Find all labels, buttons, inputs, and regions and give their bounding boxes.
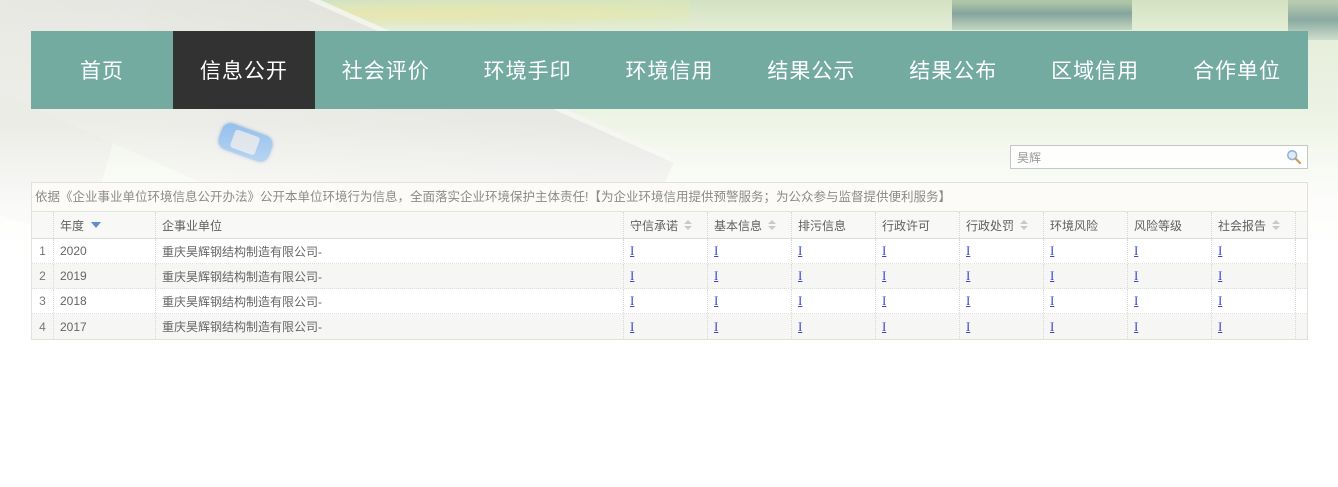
column-header-env-risk[interactable]: 环境风险 bbox=[1044, 212, 1128, 238]
column-header-label: 环境风险 bbox=[1050, 217, 1098, 234]
search-box bbox=[1010, 145, 1308, 169]
column-header-label: 行政处罚 bbox=[966, 217, 1014, 234]
content-panel: 依据《企业事业单位环境信息公开办法》公开本单位环境行为信息，全面落实企业环境保护… bbox=[31, 182, 1308, 340]
column-header-label: 行政许可 bbox=[882, 217, 930, 234]
column-header-basic-info[interactable]: 基本信息 bbox=[708, 212, 792, 238]
column-header-risk-level[interactable]: 风险等级 bbox=[1128, 212, 1212, 238]
column-header-admin-permit[interactable]: 行政许可 bbox=[876, 212, 960, 238]
promise-link[interactable]: I bbox=[630, 293, 634, 309]
row-spacer bbox=[1296, 314, 1307, 339]
column-header-label: 风险等级 bbox=[1134, 217, 1182, 234]
column-header-admin-penalty[interactable]: 行政处罚 bbox=[960, 212, 1044, 238]
company-cell: 重庆昊辉钢结构制造有限公司- bbox=[156, 264, 624, 288]
admin-permit-link[interactable]: I bbox=[882, 293, 886, 309]
nav-tab-home[interactable]: 首页 bbox=[31, 31, 173, 109]
admin-permit-link[interactable]: I bbox=[882, 243, 886, 259]
social-report-link[interactable]: I bbox=[1218, 319, 1222, 335]
env-risk-link[interactable]: I bbox=[1050, 243, 1054, 259]
column-header-label: 社会报告 bbox=[1218, 217, 1266, 234]
year-cell: 2019 bbox=[54, 264, 156, 288]
row-number: 4 bbox=[32, 314, 54, 339]
basic-info-link[interactable]: I bbox=[714, 268, 718, 284]
admin-penalty-link[interactable]: I bbox=[966, 243, 970, 259]
header-spacer bbox=[1296, 212, 1307, 238]
basic-info-link[interactable]: I bbox=[714, 243, 718, 259]
promise-link[interactable]: I bbox=[630, 268, 634, 284]
env-risk-link[interactable]: I bbox=[1050, 268, 1054, 284]
table-header-row: 年度 企事业单位 守信承诺 基本信息 排污信息 行政许可 行政处罚 bbox=[32, 212, 1307, 239]
year-cell: 2020 bbox=[54, 239, 156, 263]
year-cell: 2017 bbox=[54, 314, 156, 339]
admin-permit-link[interactable]: I bbox=[882, 268, 886, 284]
column-header-label: 基本信息 bbox=[714, 217, 762, 234]
sort-desc-icon bbox=[91, 222, 101, 228]
admin-penalty-link[interactable]: I bbox=[966, 268, 970, 284]
search-input[interactable] bbox=[1011, 150, 1286, 164]
column-header-promise[interactable]: 守信承诺 bbox=[624, 212, 708, 238]
env-risk-link[interactable]: I bbox=[1050, 293, 1054, 309]
nav-tab-result-publicity[interactable]: 结果公示 bbox=[740, 31, 882, 109]
magnifier-icon[interactable] bbox=[1286, 149, 1302, 165]
risk-level-link[interactable]: I bbox=[1134, 268, 1138, 284]
row-spacer bbox=[1296, 289, 1307, 313]
company-cell: 重庆昊辉钢结构制造有限公司- bbox=[156, 289, 624, 313]
row-number: 3 bbox=[32, 289, 54, 313]
emission-link[interactable]: I bbox=[798, 293, 802, 309]
year-cell: 2018 bbox=[54, 289, 156, 313]
column-header-label: 企事业单位 bbox=[162, 217, 222, 234]
main-nav: 首页 信息公开 社会评价 环境手印 环境信用 结果公示 结果公布 区域信用 合作… bbox=[31, 31, 1308, 109]
row-number: 1 bbox=[32, 239, 54, 263]
nav-tab-env-credit[interactable]: 环境信用 bbox=[599, 31, 741, 109]
risk-level-link[interactable]: I bbox=[1134, 319, 1138, 335]
table-row[interactable]: 1 2020 重庆昊辉钢结构制造有限公司- I I I I I I I I bbox=[32, 239, 1307, 264]
emission-link[interactable]: I bbox=[798, 243, 802, 259]
column-header-label: 排污信息 bbox=[798, 217, 846, 234]
sort-toggle-icon bbox=[1020, 220, 1028, 230]
nav-tab-partners[interactable]: 合作单位 bbox=[1166, 31, 1308, 109]
column-header-emission[interactable]: 排污信息 bbox=[792, 212, 876, 238]
social-report-link[interactable]: I bbox=[1218, 243, 1222, 259]
nav-tab-env-handprint[interactable]: 环境手印 bbox=[457, 31, 599, 109]
promise-link[interactable]: I bbox=[630, 319, 634, 335]
nav-tab-regional-credit[interactable]: 区域信用 bbox=[1024, 31, 1166, 109]
basic-info-link[interactable]: I bbox=[714, 293, 718, 309]
sort-toggle-icon bbox=[768, 220, 776, 230]
column-header-rownum bbox=[32, 212, 54, 238]
row-number: 2 bbox=[32, 264, 54, 288]
admin-penalty-link[interactable]: I bbox=[966, 293, 970, 309]
env-risk-link[interactable]: I bbox=[1050, 319, 1054, 335]
table-row[interactable]: 3 2018 重庆昊辉钢结构制造有限公司- I I I I I I I I bbox=[32, 289, 1307, 314]
column-header-social-report[interactable]: 社会报告 bbox=[1212, 212, 1296, 238]
promise-link[interactable]: I bbox=[630, 243, 634, 259]
risk-level-link[interactable]: I bbox=[1134, 243, 1138, 259]
column-header-label: 守信承诺 bbox=[630, 217, 678, 234]
sort-toggle-icon bbox=[1272, 220, 1280, 230]
nav-tab-result-announce[interactable]: 结果公布 bbox=[882, 31, 1024, 109]
company-cell: 重庆昊辉钢结构制造有限公司- bbox=[156, 239, 624, 263]
admin-permit-link[interactable]: I bbox=[882, 319, 886, 335]
nav-tab-social-evaluation[interactable]: 社会评价 bbox=[315, 31, 457, 109]
table-row[interactable]: 4 2017 重庆昊辉钢结构制造有限公司- I I I I I I I I bbox=[32, 314, 1307, 339]
page: 首页 信息公开 社会评价 环境手印 环境信用 结果公示 结果公布 区域信用 合作… bbox=[0, 0, 1338, 487]
basic-info-link[interactable]: I bbox=[714, 319, 718, 335]
social-report-link[interactable]: I bbox=[1218, 268, 1222, 284]
sort-toggle-icon bbox=[684, 220, 692, 230]
company-cell: 重庆昊辉钢结构制造有限公司- bbox=[156, 314, 624, 339]
emission-link[interactable]: I bbox=[798, 268, 802, 284]
column-header-label: 年度 bbox=[60, 217, 84, 234]
notice-text: 依据《企业事业单位环境信息公开办法》公开本单位环境行为信息，全面落实企业环境保护… bbox=[32, 183, 1307, 212]
column-header-year[interactable]: 年度 bbox=[54, 212, 156, 238]
table-row[interactable]: 2 2019 重庆昊辉钢结构制造有限公司- I I I I I I I I bbox=[32, 264, 1307, 289]
nav-tab-info-disclosure[interactable]: 信息公开 bbox=[173, 31, 315, 109]
social-report-link[interactable]: I bbox=[1218, 293, 1222, 309]
emission-link[interactable]: I bbox=[798, 319, 802, 335]
row-spacer bbox=[1296, 239, 1307, 263]
risk-level-link[interactable]: I bbox=[1134, 293, 1138, 309]
column-header-company[interactable]: 企事业单位 bbox=[156, 212, 624, 238]
row-spacer bbox=[1296, 264, 1307, 288]
admin-penalty-link[interactable]: I bbox=[966, 319, 970, 335]
